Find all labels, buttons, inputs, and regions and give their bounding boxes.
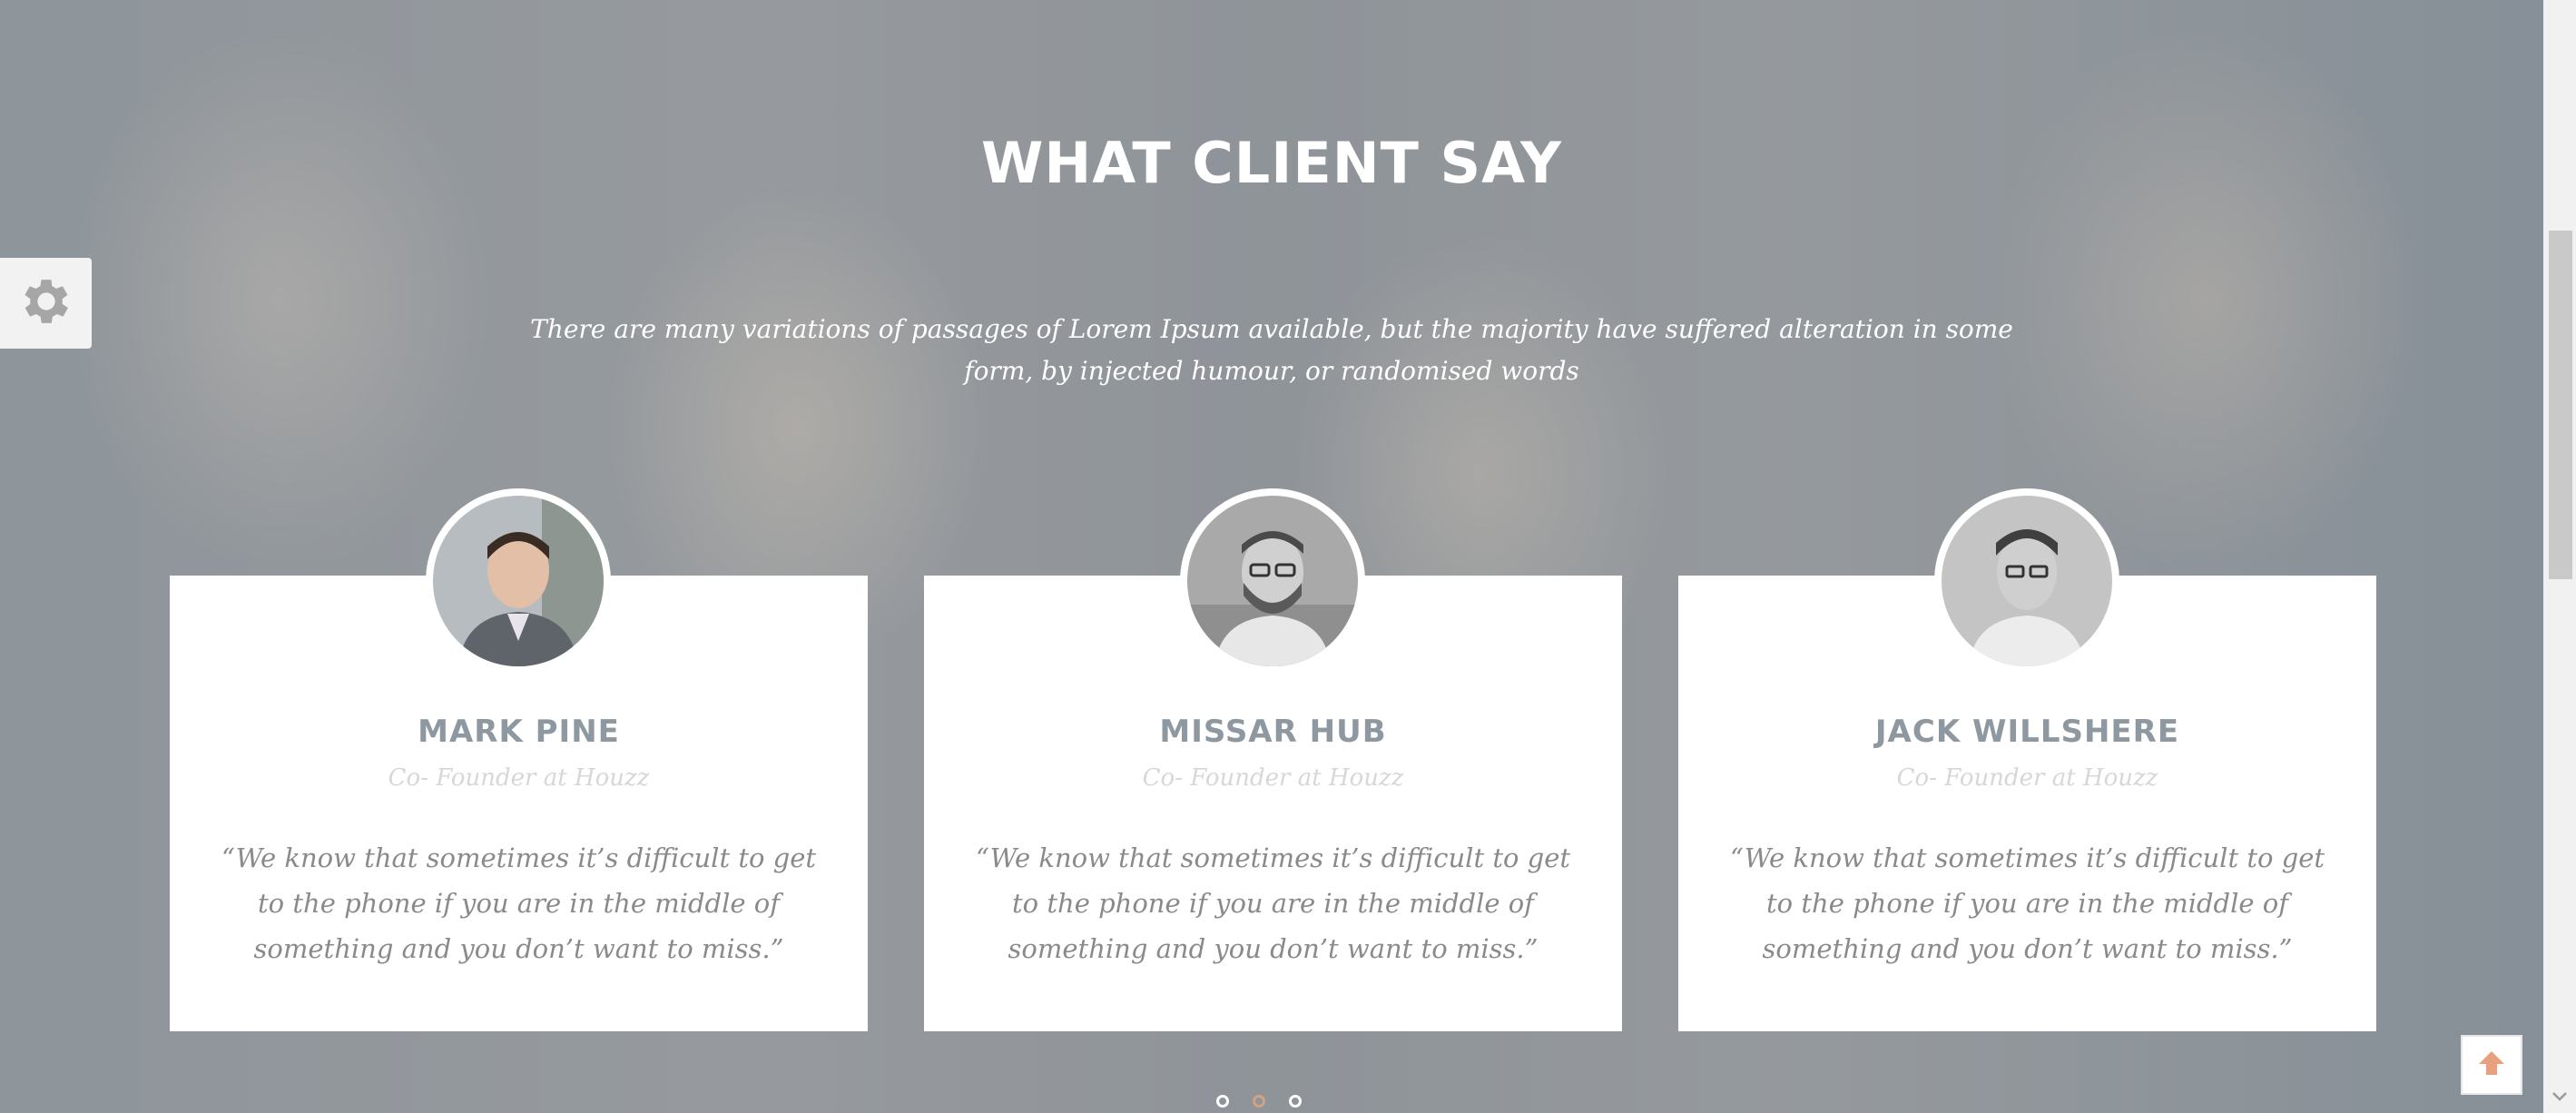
avatar-photo [433, 496, 604, 666]
testimonials-section: WHAT CLIENT SAY There are many variation… [0, 0, 2543, 1113]
testimonial-card: MARK PINE Co- Founder at Houzz “We know … [170, 488, 868, 1031]
avatar [1934, 488, 2119, 674]
avatar [1180, 488, 1365, 674]
scrollbar-thumb[interactable] [2549, 231, 2572, 579]
avatar-photo [1187, 496, 1358, 666]
testimonial-name: MARK PINE [418, 714, 620, 750]
testimonial-quote: “We know that sometimes it’s difficult t… [221, 842, 817, 964]
scrollbar-down-arrow[interactable] [2549, 1086, 2571, 1108]
section-title: WHAT CLIENT SAY [980, 130, 1563, 196]
testimonial-role: Co- Founder at Houzz [1142, 764, 1404, 792]
testimonial-card: MISSAR HUB Co- Founder at Houzz “We know… [924, 488, 1622, 1031]
avatar-photo [1942, 496, 2112, 666]
carousel-dot-2[interactable] [1253, 1095, 1265, 1108]
settings-toggle-button[interactable] [0, 258, 92, 349]
scroll-to-top-button[interactable] [2461, 1035, 2522, 1095]
arrow-up-icon [2477, 1049, 2506, 1080]
testimonial-card: JACK WILLSHERE Co- Founder at Houzz “We … [1678, 488, 2376, 1031]
testimonial-quote: “We know that sometimes it’s difficult t… [975, 842, 1571, 964]
testimonial-role: Co- Founder at Houzz [1896, 764, 2158, 792]
section-subtitle: There are many variations of passages of… [530, 314, 2013, 386]
page-scrollbar[interactable] [2543, 0, 2576, 1113]
carousel-pagination [1216, 1095, 1302, 1108]
carousel-dot-1[interactable] [1216, 1095, 1229, 1108]
testimonial-name: MISSAR HUB [1159, 714, 1387, 750]
carousel-dot-3[interactable] [1289, 1095, 1302, 1108]
testimonial-name: JACK WILLSHERE [1874, 714, 2180, 750]
testimonial-role: Co- Founder at Houzz [388, 764, 650, 792]
gear-icon [16, 271, 76, 335]
testimonial-quote: “We know that sometimes it’s difficult t… [1729, 842, 2325, 964]
chevron-down-icon [2551, 1088, 2568, 1106]
avatar [426, 488, 611, 674]
